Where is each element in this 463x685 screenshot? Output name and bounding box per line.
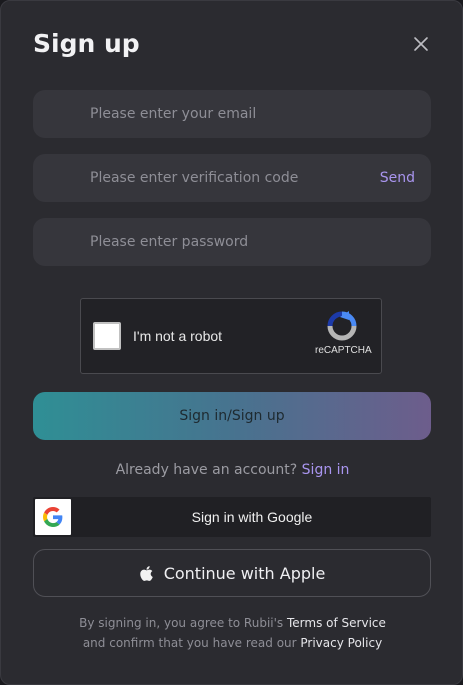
legal-notice: By signing in, you agree to Rubii's Term… (1, 613, 463, 653)
verification-code-placeholder: Please enter verification code (90, 170, 299, 186)
terms-of-service-link[interactable]: Terms of Service (287, 616, 386, 630)
google-button-label: Sign in with Google (191, 509, 313, 525)
recaptcha-brand: reCAPTCHA (315, 345, 372, 356)
sign-in-link[interactable]: Sign in (302, 462, 350, 478)
verification-code-field[interactable]: Please enter verification code Send (33, 154, 431, 202)
google-sign-in-button[interactable]: Sign in with Google (33, 497, 431, 537)
email-field[interactable]: Please enter your email (33, 90, 431, 138)
account-prompt-text: Already have an account? (115, 462, 298, 478)
signup-modal: Sign up Please enter your email Please e… (0, 0, 463, 685)
modal-title: Sign up (33, 29, 140, 58)
legal-line2: and confirm that you have read our (82, 636, 301, 650)
google-icon (43, 507, 63, 527)
recaptcha-widget: I'm not a robot reCAPTCHA (80, 298, 382, 374)
privacy-policy-link[interactable]: Privacy Policy (300, 636, 382, 650)
account-prompt: Already have an account? Sign in (1, 462, 463, 478)
recaptcha-logo-icon (327, 311, 357, 341)
password-placeholder: Please enter password (90, 234, 249, 250)
apple-button-label: Continue with Apple (163, 563, 326, 583)
password-field[interactable]: Please enter password (33, 218, 431, 266)
recaptcha-label: I'm not a robot (133, 328, 223, 344)
email-placeholder: Please enter your email (90, 106, 257, 122)
apple-icon (139, 565, 153, 581)
google-logo-box (35, 499, 71, 535)
primary-button-label: Sign in/Sign up (179, 408, 285, 424)
close-icon[interactable] (411, 34, 431, 54)
send-code-button[interactable]: Send (380, 170, 415, 186)
legal-line1: By signing in, you agree to Rubii's (79, 616, 287, 630)
apple-sign-in-button[interactable]: Continue with Apple (33, 549, 431, 597)
sign-in-sign-up-button[interactable]: Sign in/Sign up (33, 392, 431, 440)
recaptcha-checkbox[interactable] (93, 322, 121, 350)
